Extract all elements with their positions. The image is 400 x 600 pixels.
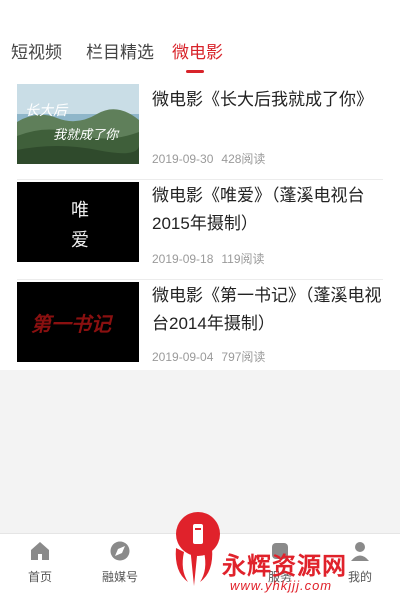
thumbnail-caption-line2: 我就成了你	[53, 128, 119, 143]
watermark: 永辉资源网 www.yhkjjj.com	[170, 540, 400, 600]
thumbnail-caption: 第一书记	[31, 312, 111, 336]
top-tab-bar: 短视频 栏目精选 微电影	[0, 0, 400, 80]
list-item[interactable]: 第一书记 微电影《第一书记》（蓬溪电视台2014年摄制） 2019-09-04 7…	[0, 280, 400, 380]
video-meta: 2019-09-30 428阅读	[152, 150, 273, 167]
video-title[interactable]: 微电影《长大后我就成了你》	[152, 86, 384, 114]
thumbnail-caption-line1: 长大后	[25, 103, 67, 119]
video-date: 2019-09-18	[152, 252, 214, 266]
video-date: 2019-09-04	[152, 350, 214, 364]
video-read-count: 428阅读	[221, 152, 266, 166]
video-read-count: 797阅读	[221, 350, 266, 364]
video-list: 长大后 我就成了你 微电影《长大后我就成了你》 2019-09-30 428阅读 …	[0, 80, 400, 370]
video-date: 2019-09-30	[152, 152, 214, 166]
active-tab-indicator	[186, 70, 204, 73]
thumbnail-caption-line1: 唯	[71, 200, 89, 221]
watermark-logo-icon	[175, 546, 213, 586]
video-meta: 2019-09-04 797阅读	[152, 348, 273, 365]
home-icon	[31, 542, 49, 560]
tabbar-label: 首页	[27, 570, 52, 584]
video-title[interactable]: 微电影《第一书记》（蓬溪电视台2014年摄制）	[152, 282, 384, 338]
video-thumbnail[interactable]: 唯 爱	[17, 182, 139, 262]
tab-short-video[interactable]: 短视频	[11, 42, 62, 64]
compass-icon	[110, 541, 130, 561]
video-thumbnail[interactable]: 第一书记	[17, 282, 139, 362]
list-item[interactable]: 唯 爱 微电影《唯爱》（蓬溪电视台2015年摄制） 2019-09-18 119阅…	[0, 180, 400, 280]
tabbar-home[interactable]: 首页	[0, 540, 80, 585]
list-item[interactable]: 长大后 我就成了你 微电影《长大后我就成了你》 2019-09-30 428阅读	[0, 80, 400, 180]
tabbar-label: 融媒号	[101, 570, 138, 584]
tab-micro-film[interactable]: 微电影	[172, 42, 223, 64]
watermark-text: 永辉资源网	[222, 553, 347, 580]
video-meta: 2019-09-18 119阅读	[152, 250, 273, 267]
video-title[interactable]: 微电影《唯爱》（蓬溪电视台2015年摄制）	[152, 182, 384, 238]
tabbar-media[interactable]: 融媒号	[80, 540, 160, 585]
video-thumbnail[interactable]: 长大后 我就成了你	[17, 84, 139, 164]
video-read-count: 119阅读	[221, 252, 265, 266]
watermark-url: www.yhkjjj.com	[230, 578, 333, 593]
tab-column-selection[interactable]: 栏目精选	[86, 42, 154, 64]
thumbnail-caption-line2: 爱	[71, 230, 89, 251]
